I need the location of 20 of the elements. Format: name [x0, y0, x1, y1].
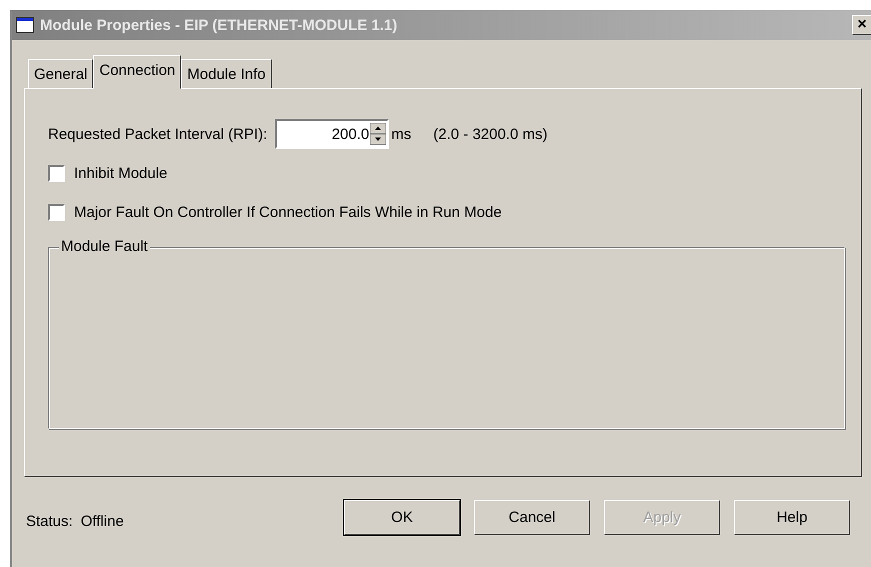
spin-arrows-icon[interactable]	[370, 123, 386, 145]
dialog-button[interactable]: Help	[734, 500, 850, 534]
checkbox[interactable]	[48, 165, 65, 182]
dialog-button[interactable]: OK	[344, 500, 460, 534]
checkbox[interactable]	[48, 204, 65, 221]
tab[interactable]: Module Info	[181, 59, 272, 89]
close-button[interactable]: ×	[852, 15, 871, 35]
status-value: Offline	[80, 512, 124, 530]
tab[interactable]: Connection	[93, 55, 182, 89]
tab[interactable]: General	[28, 59, 94, 89]
unit-label: ms	[391, 126, 412, 142]
rpi-spin-field[interactable]: 200.0	[275, 119, 390, 149]
checkbox-label: Major Fault On Controller If Connection Fails While in Run Mode	[74, 204, 502, 221]
rpi-label: Requested Packet Interval (RPI):	[48, 126, 268, 142]
range-label: (2.0 - 3200.0 ms)	[433, 126, 548, 142]
window-title: Module Properties - EIP (ETHERNET-MODULE 1.1)	[40, 16, 398, 34]
window-icon	[16, 17, 34, 33]
status-label: Status:	[26, 512, 73, 530]
checkbox-label: Inhibit Module	[74, 165, 168, 182]
dialog-button[interactable]: Cancel	[474, 500, 590, 534]
